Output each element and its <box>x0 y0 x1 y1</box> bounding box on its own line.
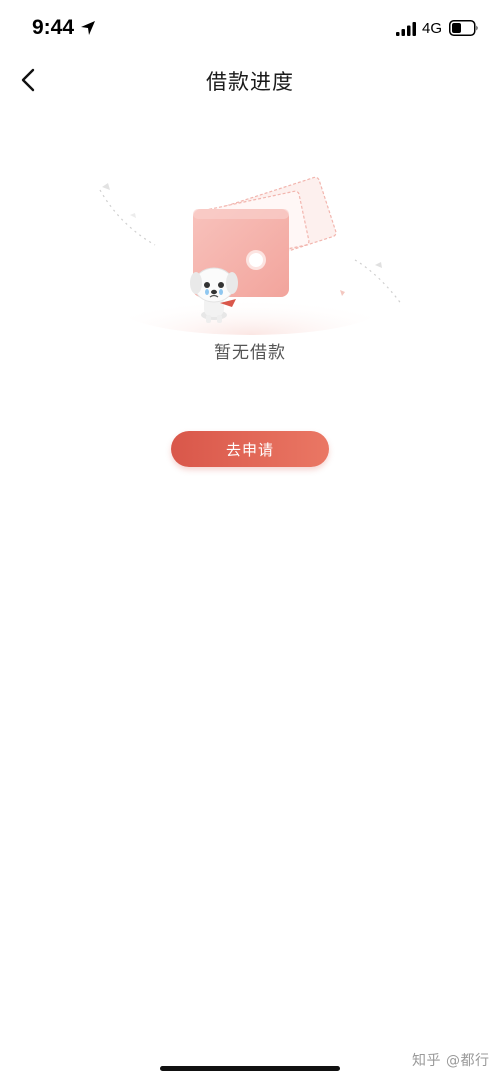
battery-icon <box>449 20 478 36</box>
status-bar: 9:44 4G <box>0 0 500 60</box>
apply-button[interactable]: 去申请 <box>171 431 329 467</box>
status-time: 9:44 <box>32 16 75 39</box>
home-indicator[interactable] <box>160 1066 340 1071</box>
network-type: 4G <box>422 20 443 37</box>
page-title: 借款进度 <box>206 70 294 94</box>
signal-icon <box>396 22 416 36</box>
location-arrow-icon <box>81 21 95 35</box>
empty-state-message: 暂无借款 <box>214 343 286 363</box>
watermark: 知乎 @都行 <box>412 1053 490 1069</box>
empty-state-illustration: ¥ <box>99 176 403 335</box>
